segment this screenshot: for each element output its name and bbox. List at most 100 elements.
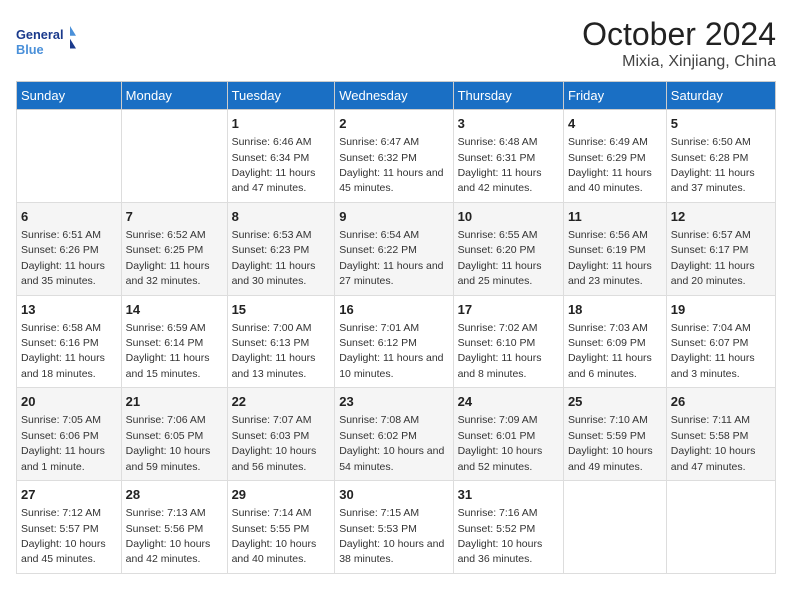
cell-w3-d1: 14 Sunrise: 6:59 AM Sunset: 6:14 PM Dayl… [121,295,227,388]
cell-w3-d5: 18 Sunrise: 7:03 AM Sunset: 6:09 PM Dayl… [563,295,666,388]
day-number: 12 [671,208,771,226]
day-number: 5 [671,115,771,133]
cell-w1-d5: 4 Sunrise: 6:49 AM Sunset: 6:29 PM Dayli… [563,110,666,203]
day-number: 6 [21,208,117,226]
cell-w3-d6: 19 Sunrise: 7:04 AM Sunset: 6:07 PM Dayl… [666,295,775,388]
cell-w5-d4: 31 Sunrise: 7:16 AM Sunset: 5:52 PM Dayl… [453,481,563,574]
day-info: Sunrise: 6:48 AM Sunset: 6:31 PM Dayligh… [458,136,542,194]
day-info: Sunrise: 6:47 AM Sunset: 6:32 PM Dayligh… [339,136,443,194]
col-tuesday: Tuesday [227,82,335,110]
day-number: 21 [126,393,223,411]
day-number: 30 [339,486,448,504]
day-info: Sunrise: 7:01 AM Sunset: 6:12 PM Dayligh… [339,322,443,380]
day-info: Sunrise: 7:03 AM Sunset: 6:09 PM Dayligh… [568,322,652,380]
page-header: General Blue October 2024 Mixia, Xinjian… [16,16,776,71]
day-info: Sunrise: 6:54 AM Sunset: 6:22 PM Dayligh… [339,229,443,287]
day-info: Sunrise: 7:11 AM Sunset: 5:58 PM Dayligh… [671,414,756,472]
day-number: 16 [339,301,448,319]
day-info: Sunrise: 6:56 AM Sunset: 6:19 PM Dayligh… [568,229,652,287]
cell-w3-d4: 17 Sunrise: 7:02 AM Sunset: 6:10 PM Dayl… [453,295,563,388]
day-number: 14 [126,301,223,319]
cell-w2-d2: 8 Sunrise: 6:53 AM Sunset: 6:23 PM Dayli… [227,202,335,295]
day-info: Sunrise: 7:13 AM Sunset: 5:56 PM Dayligh… [126,507,211,565]
cell-w5-d1: 28 Sunrise: 7:13 AM Sunset: 5:56 PM Dayl… [121,481,227,574]
cell-w4-d5: 25 Sunrise: 7:10 AM Sunset: 5:59 PM Dayl… [563,388,666,481]
cell-w2-d6: 12 Sunrise: 6:57 AM Sunset: 6:17 PM Dayl… [666,202,775,295]
day-number: 13 [21,301,117,319]
day-info: Sunrise: 7:08 AM Sunset: 6:02 PM Dayligh… [339,414,444,472]
day-info: Sunrise: 6:49 AM Sunset: 6:29 PM Dayligh… [568,136,652,194]
day-number: 26 [671,393,771,411]
day-number: 10 [458,208,559,226]
logo: General Blue [16,16,76,66]
cell-w2-d0: 6 Sunrise: 6:51 AM Sunset: 6:26 PM Dayli… [17,202,122,295]
day-number: 17 [458,301,559,319]
day-number: 11 [568,208,662,226]
cell-w5-d0: 27 Sunrise: 7:12 AM Sunset: 5:57 PM Dayl… [17,481,122,574]
week-row-4: 20 Sunrise: 7:05 AM Sunset: 6:06 PM Dayl… [17,388,776,481]
day-number: 22 [232,393,331,411]
day-info: Sunrise: 6:58 AM Sunset: 6:16 PM Dayligh… [21,322,105,380]
cell-w1-d3: 2 Sunrise: 6:47 AM Sunset: 6:32 PM Dayli… [335,110,453,203]
day-info: Sunrise: 6:51 AM Sunset: 6:26 PM Dayligh… [21,229,105,287]
title-block: October 2024 Mixia, Xinjiang, China [582,16,776,71]
day-info: Sunrise: 7:09 AM Sunset: 6:01 PM Dayligh… [458,414,543,472]
week-row-3: 13 Sunrise: 6:58 AM Sunset: 6:16 PM Dayl… [17,295,776,388]
day-number: 27 [21,486,117,504]
day-info: Sunrise: 6:52 AM Sunset: 6:25 PM Dayligh… [126,229,210,287]
day-info: Sunrise: 7:00 AM Sunset: 6:13 PM Dayligh… [232,322,316,380]
col-wednesday: Wednesday [335,82,453,110]
day-info: Sunrise: 6:57 AM Sunset: 6:17 PM Dayligh… [671,229,755,287]
calendar-table: Sunday Monday Tuesday Wednesday Thursday… [16,81,776,574]
day-number: 31 [458,486,559,504]
cell-w4-d4: 24 Sunrise: 7:09 AM Sunset: 6:01 PM Dayl… [453,388,563,481]
day-number: 2 [339,115,448,133]
cell-w4-d0: 20 Sunrise: 7:05 AM Sunset: 6:06 PM Dayl… [17,388,122,481]
cell-w1-d2: 1 Sunrise: 6:46 AM Sunset: 6:34 PM Dayli… [227,110,335,203]
week-row-5: 27 Sunrise: 7:12 AM Sunset: 5:57 PM Dayl… [17,481,776,574]
day-number: 9 [339,208,448,226]
cell-w3-d0: 13 Sunrise: 6:58 AM Sunset: 6:16 PM Dayl… [17,295,122,388]
day-info: Sunrise: 7:16 AM Sunset: 5:52 PM Dayligh… [458,507,543,565]
cell-w1-d1 [121,110,227,203]
day-number: 28 [126,486,223,504]
day-info: Sunrise: 7:12 AM Sunset: 5:57 PM Dayligh… [21,507,106,565]
week-row-2: 6 Sunrise: 6:51 AM Sunset: 6:26 PM Dayli… [17,202,776,295]
day-info: Sunrise: 7:15 AM Sunset: 5:53 PM Dayligh… [339,507,444,565]
col-thursday: Thursday [453,82,563,110]
day-info: Sunrise: 7:05 AM Sunset: 6:06 PM Dayligh… [21,414,105,472]
day-number: 20 [21,393,117,411]
col-saturday: Saturday [666,82,775,110]
day-number: 1 [232,115,331,133]
day-number: 8 [232,208,331,226]
cell-w1-d0 [17,110,122,203]
month-year-title: October 2024 [582,16,776,53]
day-info: Sunrise: 6:50 AM Sunset: 6:28 PM Dayligh… [671,136,755,194]
cell-w4-d3: 23 Sunrise: 7:08 AM Sunset: 6:02 PM Dayl… [335,388,453,481]
day-info: Sunrise: 6:59 AM Sunset: 6:14 PM Dayligh… [126,322,210,380]
day-number: 25 [568,393,662,411]
cell-w2-d1: 7 Sunrise: 6:52 AM Sunset: 6:25 PM Dayli… [121,202,227,295]
svg-text:Blue: Blue [16,42,44,57]
day-info: Sunrise: 7:10 AM Sunset: 5:59 PM Dayligh… [568,414,653,472]
day-info: Sunrise: 6:46 AM Sunset: 6:34 PM Dayligh… [232,136,316,194]
day-number: 24 [458,393,559,411]
cell-w3-d3: 16 Sunrise: 7:01 AM Sunset: 6:12 PM Dayl… [335,295,453,388]
day-info: Sunrise: 6:55 AM Sunset: 6:20 PM Dayligh… [458,229,542,287]
day-info: Sunrise: 7:04 AM Sunset: 6:07 PM Dayligh… [671,322,755,380]
day-info: Sunrise: 7:14 AM Sunset: 5:55 PM Dayligh… [232,507,317,565]
cell-w5-d2: 29 Sunrise: 7:14 AM Sunset: 5:55 PM Dayl… [227,481,335,574]
day-info: Sunrise: 7:06 AM Sunset: 6:05 PM Dayligh… [126,414,211,472]
week-row-1: 1 Sunrise: 6:46 AM Sunset: 6:34 PM Dayli… [17,110,776,203]
cell-w5-d6 [666,481,775,574]
day-number: 3 [458,115,559,133]
cell-w1-d4: 3 Sunrise: 6:48 AM Sunset: 6:31 PM Dayli… [453,110,563,203]
cell-w4-d1: 21 Sunrise: 7:06 AM Sunset: 6:05 PM Dayl… [121,388,227,481]
svg-text:General: General [16,27,63,42]
cell-w1-d6: 5 Sunrise: 6:50 AM Sunset: 6:28 PM Dayli… [666,110,775,203]
col-monday: Monday [121,82,227,110]
day-number: 29 [232,486,331,504]
col-sunday: Sunday [17,82,122,110]
logo-svg: General Blue [16,16,76,66]
cell-w2-d4: 10 Sunrise: 6:55 AM Sunset: 6:20 PM Dayl… [453,202,563,295]
